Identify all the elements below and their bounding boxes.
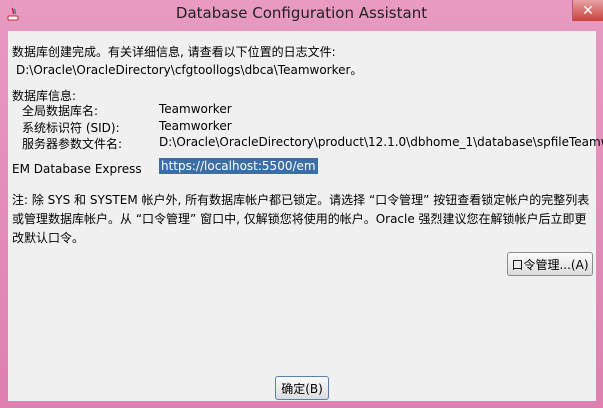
password-management-button[interactable]: 口令管理...(A) xyxy=(507,252,593,276)
log-file-path[interactable]: D:\Oracle\OracleDirectory\cfgtoollogs\db… xyxy=(16,61,362,78)
sid-value: Teamworker xyxy=(159,119,232,133)
window-title: Database Configuration Assistant xyxy=(175,4,428,22)
title-bar[interactable]: Database Configuration Assistant ✕ xyxy=(0,0,603,30)
em-express-url[interactable]: https://localhost:5500/em xyxy=(159,158,318,174)
em-express-label: EM Database Express xyxy=(12,162,142,176)
spfile-value: D:\Oracle\OracleDirectory\product\12.1.0… xyxy=(159,135,603,149)
global-db-name-label: 全局数据库名: xyxy=(22,104,99,118)
close-icon: ✕ xyxy=(582,2,594,19)
completion-message: 数据库创建完成。有关详细信息, 请查看以下位置的日志文件: xyxy=(12,45,336,59)
sid-label: 系统标识符 (SID): xyxy=(22,121,120,135)
global-db-name-value: Teamworker xyxy=(159,102,232,116)
ok-button[interactable]: 确定(B) xyxy=(275,376,329,400)
spfile-label: 服务器参数文件名: xyxy=(22,137,123,151)
account-lock-note: 注: 除 SYS 和 SYSTEM 帐户外, 所有数据库帐户都已锁定。请选择 “… xyxy=(12,193,590,245)
dialog-content: 数据库创建完成。有关详细信息, 请查看以下位置的日志文件: D:\Oracle\… xyxy=(8,31,603,401)
dialog-window: Database Configuration Assistant ✕ 数据库创建… xyxy=(0,0,603,408)
close-button[interactable]: ✕ xyxy=(572,0,603,21)
